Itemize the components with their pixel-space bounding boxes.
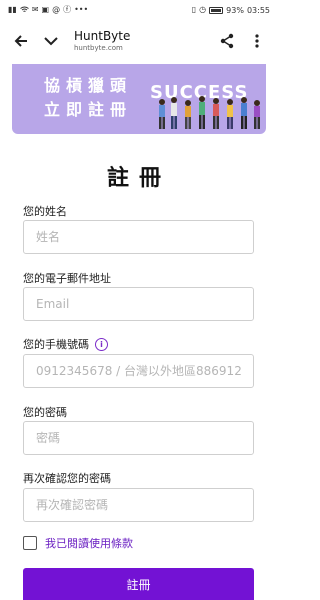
status-bar: ▮▮ ✉ ▣ @ ⓕ ••• ▯ ◷ 93% 03:55 [0, 0, 278, 20]
info-icon[interactable]: i [95, 337, 108, 351]
chevron-down-icon [44, 37, 58, 46]
password-input[interactable] [23, 421, 254, 455]
phone-label: 您的手機號碼 i [23, 336, 108, 352]
arrow-left-icon [14, 35, 27, 47]
facebook-icon: ⓕ [63, 5, 72, 14]
share-icon [220, 33, 234, 49]
terms-label[interactable]: 我已閱讀使用條款 [45, 535, 133, 551]
password-label-text: 您的密碼 [23, 406, 67, 419]
phone-input[interactable] [23, 354, 254, 388]
site-url: huntbyte.com [74, 44, 123, 52]
confirm-password-label: 再次確認您的密碼 [23, 470, 111, 486]
site-title: HuntByte [74, 29, 131, 43]
name-label: 您的姓名 [23, 203, 67, 219]
register-button[interactable]: 註冊 [23, 568, 254, 600]
alarm-icon: ◷ [199, 5, 207, 14]
status-left: ▮▮ ✉ ▣ @ ⓕ ••• [8, 6, 88, 15]
form-title: 註冊 [106, 166, 171, 191]
phone-label-text: 您的手機號碼 [23, 338, 89, 351]
collapse-button[interactable] [36, 26, 66, 56]
email-label: 您的電子郵件地址 [23, 270, 111, 286]
more-dots-icon: ••• [74, 5, 89, 14]
terms-checkbox[interactable] [23, 536, 37, 550]
share-button[interactable] [212, 26, 242, 56]
confirm-password-label-text: 再次確認您的密碼 [23, 472, 111, 485]
name-label-text: 您的姓名 [23, 205, 67, 218]
wifi-icon [20, 6, 29, 15]
terms-agreement: 我已閱讀使用條款 [23, 535, 133, 551]
email-label-text: 您的電子郵件地址 [23, 272, 111, 285]
name-input[interactable] [23, 220, 254, 254]
more-vert-icon [255, 34, 259, 48]
sim-icon: ▮▮ [8, 5, 17, 14]
vibrate-icon: ▯ [191, 5, 197, 14]
celebrating-people-illustration [159, 96, 260, 129]
confirm-password-input[interactable] [23, 488, 254, 522]
message-icon: ✉ [31, 5, 39, 14]
battery-icon [209, 6, 224, 14]
hero-banner: 協槓獵頭 立即註冊 SUCCESS [12, 64, 266, 134]
battery-percent: 93% [226, 5, 244, 15]
password-label: 您的密碼 [23, 404, 67, 420]
back-button[interactable] [6, 26, 36, 56]
status-right: ▯ ◷ 93% 03:55 [192, 6, 270, 15]
page-title-block: HuntByte huntbyte.com [66, 29, 212, 53]
email-input[interactable] [23, 287, 254, 321]
menu-button[interactable] [242, 26, 272, 56]
image-icon: ▣ [41, 5, 50, 14]
clock: 03:55 [246, 5, 270, 15]
at-icon: @ [52, 5, 61, 14]
browser-toolbar: HuntByte huntbyte.com [0, 20, 278, 62]
